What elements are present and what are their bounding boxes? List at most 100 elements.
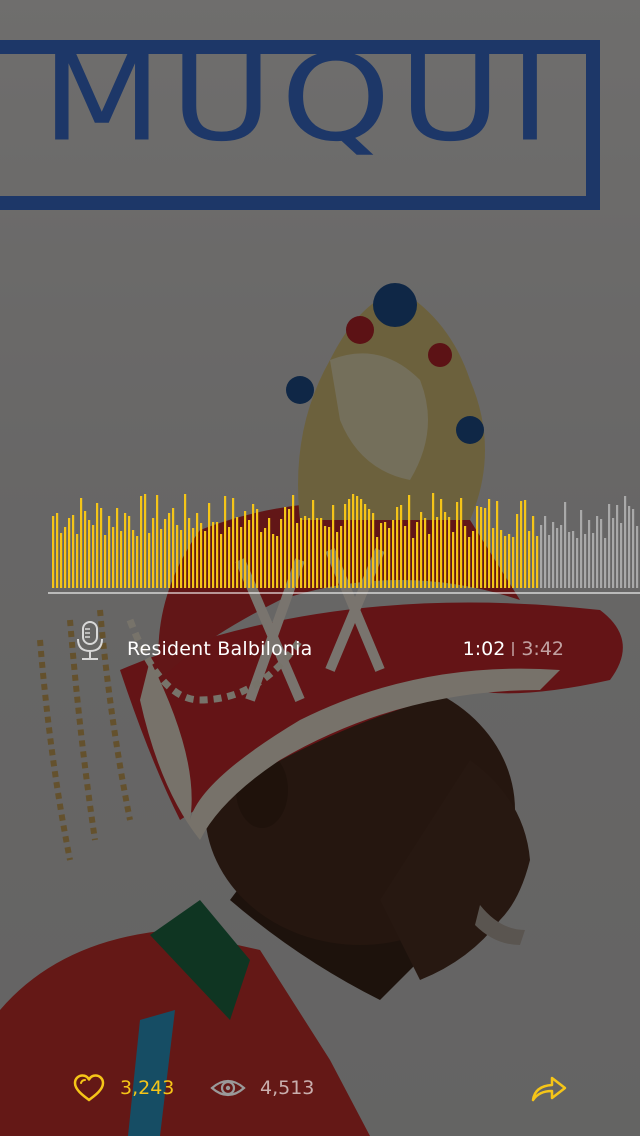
waveform-bar [128,516,131,588]
waveform-bar [164,519,167,588]
waveform-bar [576,538,579,588]
waveform-bar [388,528,391,588]
track-title: Resident Balbilonia [127,638,313,660]
waveform-bar [596,516,599,588]
waveform-bar [320,518,323,588]
waveform-bar [252,504,255,588]
waveform-bar [160,529,163,588]
waveform-bar [452,532,455,588]
waveform-bar [148,533,151,588]
waveform-bar [512,537,515,588]
waveform-bar [356,496,359,588]
waveform-bar [332,505,335,588]
waveform-bar [360,499,363,588]
waveform-bar [52,516,55,588]
waveform-bar [276,536,279,588]
waveform-bar [544,516,547,588]
waveform-bar [68,518,71,588]
waveform-bar [636,526,639,588]
waveform-bar [436,517,439,588]
waveform-bar [132,530,135,588]
waveform-bar [556,528,559,588]
audio-player-screen: MUQUI [0,0,640,1136]
waveform-bar [612,518,615,588]
waveform-bar [632,509,635,588]
track-info-row: Resident Balbilonia 1:02 3:42 [0,618,640,682]
waveform-bar [144,494,147,588]
waveform-bar [100,508,103,588]
audio-waveform[interactable] [0,490,640,590]
waveform-bar [336,532,339,588]
waveform-bar [168,513,171,588]
waveform-bar [248,520,251,588]
waveform-bar [448,517,451,588]
waveform-bar [240,527,243,588]
waveform-bar [600,519,603,588]
waveform-bar [180,530,183,588]
waveform-bar [440,499,443,588]
waveform-bar [412,538,415,588]
waveform-bar [244,511,247,588]
waveform-bar [280,519,283,588]
waveform-bar [604,538,607,588]
waveform-bar [316,518,319,588]
waveform-bar [584,534,587,588]
waveform-bar [112,527,115,588]
waveform-bar [520,501,523,588]
waveform-bar [560,525,563,588]
waveform-bar [428,534,431,588]
waveform-bar [460,498,463,588]
waveform-bar [548,535,551,588]
waveform-bar [152,518,155,588]
waveform-bar [624,496,627,588]
waveform-bar [60,533,63,588]
waveform-bar [464,526,467,588]
waveform-bar [260,532,263,588]
like-button[interactable]: 3,243 [72,1068,174,1108]
waveform-bar [292,495,295,588]
waveform-bar [516,514,519,588]
view-count: 4,513 [260,1077,315,1099]
waveform-bar [568,532,571,588]
waveform-bar [172,508,175,588]
waveform-bar [364,504,367,588]
waveform-bar [200,523,203,588]
waveform-bar [92,525,95,588]
waveform-bar [72,515,75,588]
waveform-bar [232,498,235,588]
playback-progress-line[interactable] [48,592,640,594]
waveform-bar [492,528,495,588]
waveform-bar [156,495,159,588]
waveform-bar [228,527,231,588]
playback-time: 1:02 3:42 [463,638,564,660]
waveform-bar [496,501,499,588]
waveform-bar [212,522,215,588]
waveform-bar [532,516,535,588]
waveform-bar [456,502,459,588]
waveform-bar [500,530,503,588]
waveform-bar [96,503,99,588]
waveform-bar [472,531,475,588]
waveform-bar [80,498,83,588]
waveform-bar [476,506,479,588]
waveform-bar [572,531,575,588]
eye-icon [210,1079,246,1097]
waveform-bar [288,509,291,588]
waveform-bar [56,513,59,588]
waveform-bar [224,496,227,588]
share-arrow-icon[interactable] [530,1072,568,1104]
waveform-bar [408,495,411,588]
waveform-bar [368,509,371,588]
waveform-bar [620,523,623,588]
waveform-bar [308,518,311,588]
waveform-bar [204,531,207,588]
waveform-bar [552,522,555,588]
waveform-bar [312,500,315,588]
waveform-bar [324,526,327,588]
waveform-bar [124,513,127,588]
waveform-bar [352,494,355,588]
waveform-bar [84,511,87,588]
waveform-bar [488,499,491,588]
waveform-bar [444,512,447,588]
waveform-bar [392,520,395,588]
